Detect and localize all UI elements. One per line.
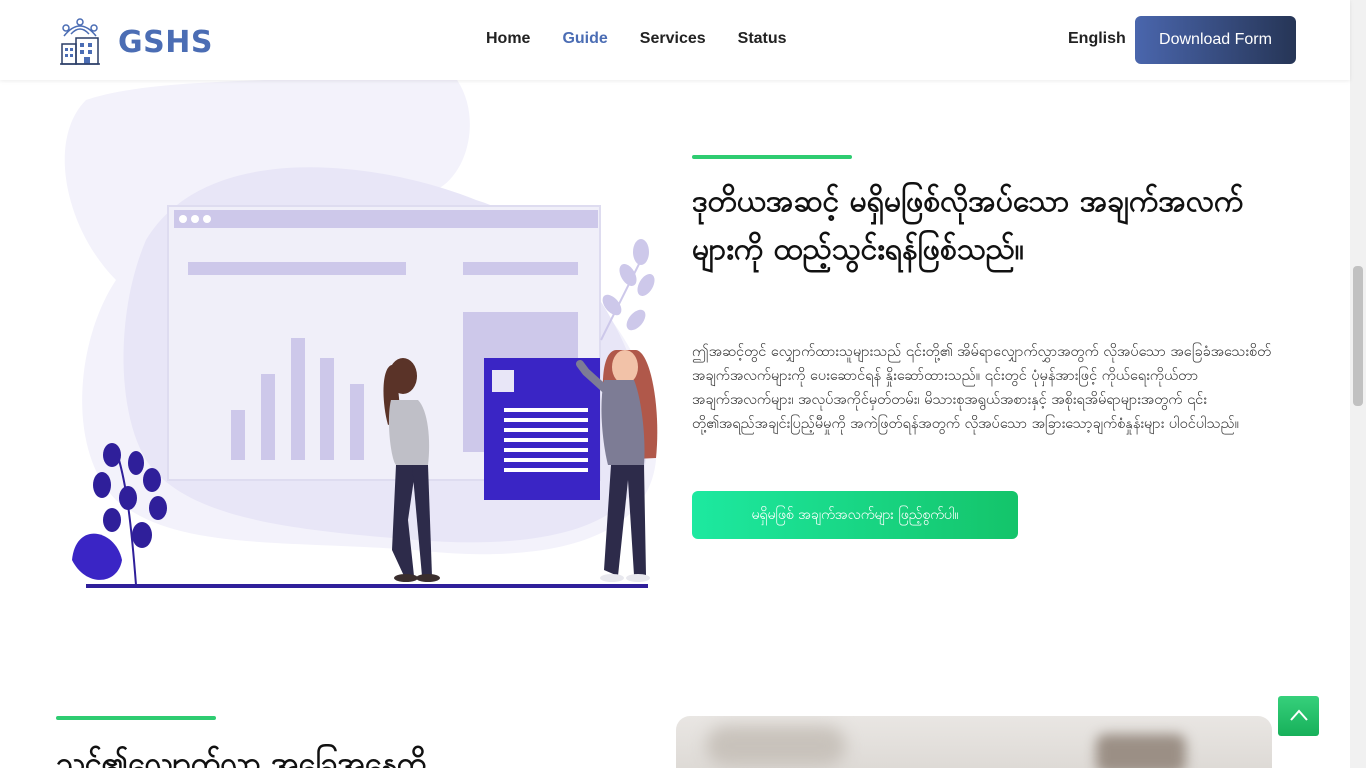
hero-accent-line	[692, 155, 852, 159]
language-switcher[interactable]: English	[1068, 30, 1126, 48]
brand-name: GSHS	[118, 24, 213, 60]
nav-status[interactable]: Status	[738, 30, 787, 48]
section2-title-bold: သင့်၏လျှောက်လွှာ	[56, 746, 261, 768]
hero-description: ဤအဆင့်တွင် လျှောက်ထားသူများသည် ၎င်းတို့၏…	[692, 344, 1272, 432]
hero-title: ဒုတိယအဆင့် မရှိမဖြစ်လိုအပ်သော အချက်အလက်မ…	[692, 178, 1252, 274]
nav-home[interactable]: Home	[486, 30, 530, 48]
fill-essential-info-button[interactable]: မရှိမဖြစ် အချက်အလက်များ ဖြည့်စွက်ပါ။	[692, 491, 1018, 539]
building-network-icon	[58, 14, 102, 70]
section2-photo	[676, 716, 1272, 768]
hero-illustration	[56, 60, 676, 600]
hero-title-bold: ဒုတိယအဆင့်	[692, 184, 840, 219]
main-nav: Home Guide Services Status	[486, 30, 819, 48]
chevron-up-icon	[1289, 707, 1309, 726]
nav-guide[interactable]: Guide	[562, 30, 607, 48]
back-to-top-button[interactable]	[1278, 696, 1319, 736]
page-scrollbar[interactable]	[1350, 0, 1366, 768]
download-form-button[interactable]: Download Form	[1135, 16, 1296, 64]
section2-accent-line	[56, 716, 216, 720]
scrollbar-thumb[interactable]	[1353, 266, 1363, 406]
section2-title-rest: အခြေအနေကို	[260, 746, 427, 768]
site-header: GSHS Home Guide Services Status English …	[0, 0, 1350, 80]
brand-logo[interactable]: GSHS	[58, 14, 213, 70]
nav-services[interactable]: Services	[640, 30, 706, 48]
section2-title: သင့်၏လျှောက်လွှာ အခြေအနေကို	[56, 740, 636, 768]
